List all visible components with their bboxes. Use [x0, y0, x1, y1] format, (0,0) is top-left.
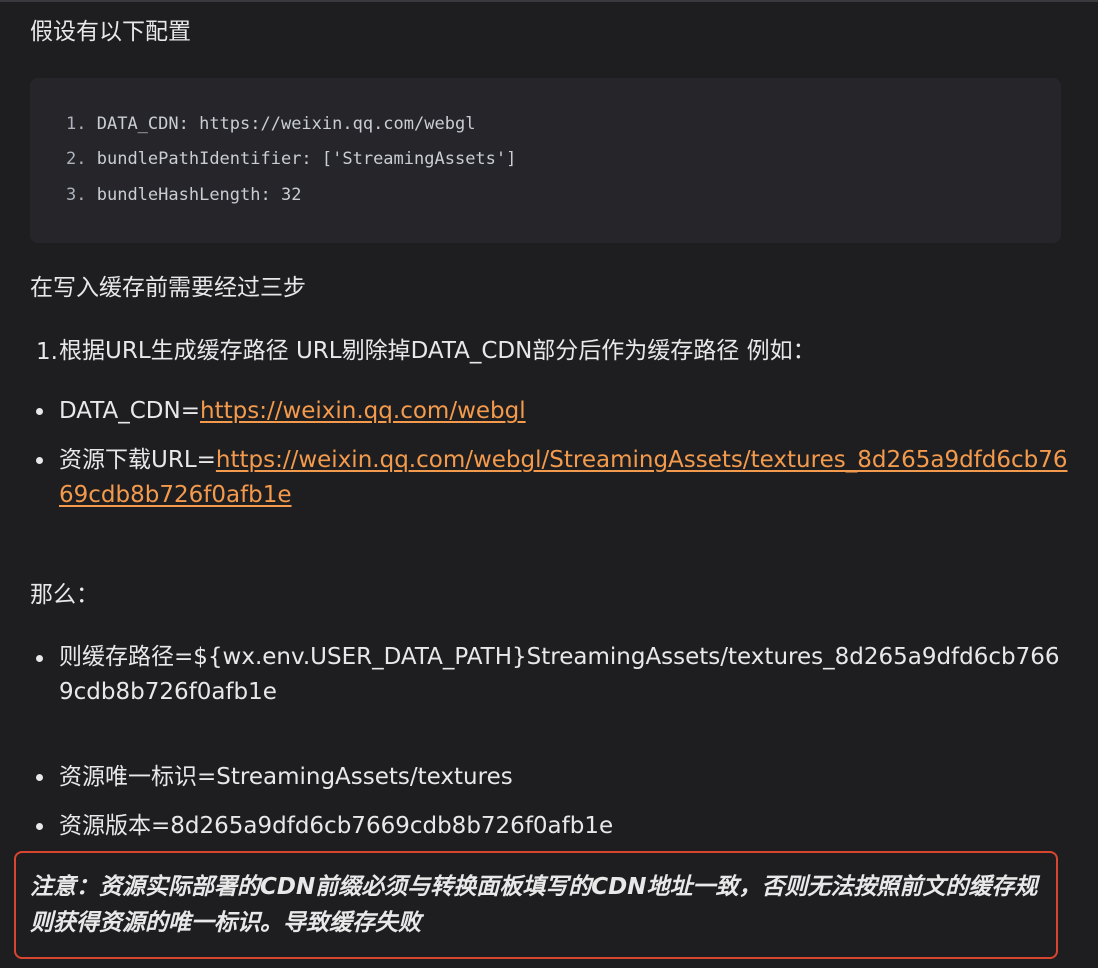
code-line-number: 2.	[66, 149, 87, 169]
warning-note-box: 注意：资源实际部署的CDN前缀必须与转换面板填写的CDN地址一致，否则无法按照前…	[14, 851, 1058, 959]
bullet-dot	[36, 457, 43, 464]
bullet-dot	[36, 408, 43, 415]
code-line-number: 3.	[66, 185, 87, 205]
data-cdn-link[interactable]: https://weixin.qq.com/webgl	[200, 398, 526, 424]
item-prefix: DATA_CDN=	[59, 398, 200, 424]
warning-note-text: 注意：资源实际部署的CDN前缀必须与转换面板填写的CDN地址一致，否则无法按照前…	[30, 874, 1038, 936]
bullet-dot	[36, 774, 43, 781]
code-line-text: bundlePathIdentifier: ['StreamingAssets'…	[96, 149, 517, 169]
bullet-dot	[36, 823, 43, 830]
list-item-data-cdn: DATA_CDN=https://weixin.qq.com/webgl	[59, 394, 1069, 429]
item-prefix: 资源下载URL=	[59, 447, 216, 473]
code-line-text: bundleHashLength: 32	[96, 185, 302, 205]
step-number: 1.	[36, 339, 58, 365]
then-label: 那么：	[30, 582, 99, 608]
step-1-text: 根据URL生成缓存路径 URL剔除掉DATA_CDN部分后作为缓存路径 例如：	[59, 338, 816, 364]
top-divider	[0, 0, 1098, 2]
code-line-1: 1. DATA_CDN: https://weixin.qq.com/webgl	[66, 112, 475, 136]
list-item-cache-path: 则缓存路径=${wx.env.USER_DATA_PATH}StreamingA…	[59, 644, 1060, 705]
code-line-3: 3. bundleHashLength: 32	[66, 183, 301, 207]
code-line-text: DATA_CDN: https://weixin.qq.com/webgl	[96, 114, 476, 134]
code-line-2: 2. bundlePathIdentifier: ['StreamingAsse…	[66, 147, 516, 171]
config-code-block: 1. DATA_CDN: https://weixin.qq.com/webgl…	[30, 78, 1061, 243]
bullet-dot	[36, 655, 43, 662]
list-item-resource-version: 资源版本=8d265a9dfd6cb7669cdb8b726f0afb1e	[59, 813, 614, 839]
steps-intro-paragraph: 在写入缓存前需要经过三步	[30, 275, 306, 301]
intro-paragraph: 假设有以下配置	[30, 19, 191, 45]
list-item-download-url: 资源下载URL=https://weixin.qq.com/webgl/Stre…	[59, 443, 1069, 513]
code-line-number: 1.	[66, 114, 87, 134]
list-item-resource-id: 资源唯一标识=StreamingAssets/textures	[59, 764, 513, 790]
